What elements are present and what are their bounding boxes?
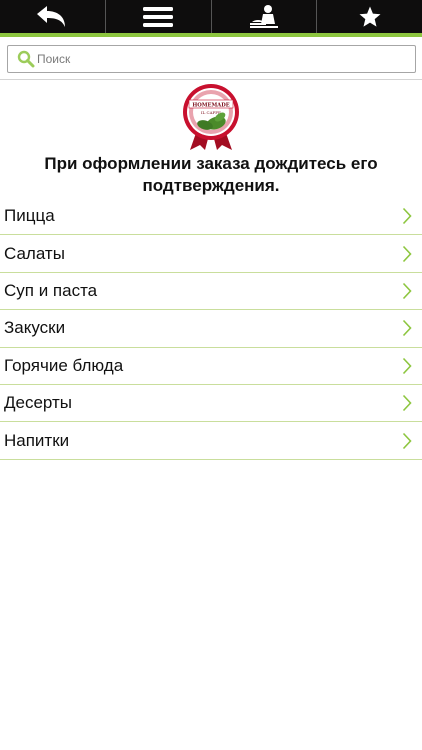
search-input[interactable]	[37, 52, 397, 66]
top-nav-bar	[0, 0, 422, 33]
chevron-right-icon	[402, 208, 412, 225]
back-arrow-icon	[37, 5, 66, 27]
chevron-right-icon	[402, 320, 412, 337]
call-waiter-button[interactable]	[212, 0, 318, 33]
category-label: Салаты	[4, 243, 65, 263]
menu-icon	[143, 6, 174, 27]
category-item-pizza[interactable]: Пицца	[0, 198, 422, 236]
category-label: Суп и паста	[4, 280, 98, 300]
svg-text:HOMEMADE: HOMEMADE	[192, 102, 229, 108]
accent-stripe	[0, 33, 422, 37]
category-label: Закуски	[4, 318, 66, 338]
header-divider	[0, 79, 422, 80]
category-item-soup-pasta[interactable]: Суп и паста	[0, 273, 422, 311]
search-icon	[17, 50, 35, 68]
search-box[interactable]	[7, 45, 416, 73]
chevron-right-icon	[402, 432, 412, 449]
favorites-button[interactable]	[317, 0, 422, 33]
star-icon	[359, 6, 381, 27]
category-item-hot-dishes[interactable]: Горячие блюда	[0, 348, 422, 385]
chevron-right-icon	[402, 245, 412, 262]
category-item-salads[interactable]: Салаты	[0, 235, 422, 273]
category-label: Десерты	[4, 393, 73, 413]
waiter-icon	[249, 4, 278, 28]
chevron-right-icon	[402, 282, 412, 300]
category-item-appetizers[interactable]: Закуски	[0, 310, 422, 348]
category-item-desserts[interactable]: Десерты	[0, 385, 422, 423]
category-list: Пицца Салаты Суп и паста Закуски Горячие…	[0, 198, 422, 460]
back-button[interactable]	[0, 0, 106, 33]
restaurant-logo: HOMEMADE IL CAFFE	[183, 84, 239, 150]
category-label: Горячие блюда	[4, 355, 124, 375]
category-label: Напитки	[4, 430, 70, 450]
chevron-right-icon	[402, 357, 412, 374]
menu-button[interactable]	[106, 0, 212, 33]
order-notice: При оформлении заказа дождитесь его подт…	[44, 154, 378, 195]
category-item-drinks[interactable]: Напитки	[0, 422, 422, 460]
category-label: Пицца	[4, 206, 55, 226]
chevron-right-icon	[402, 395, 412, 412]
